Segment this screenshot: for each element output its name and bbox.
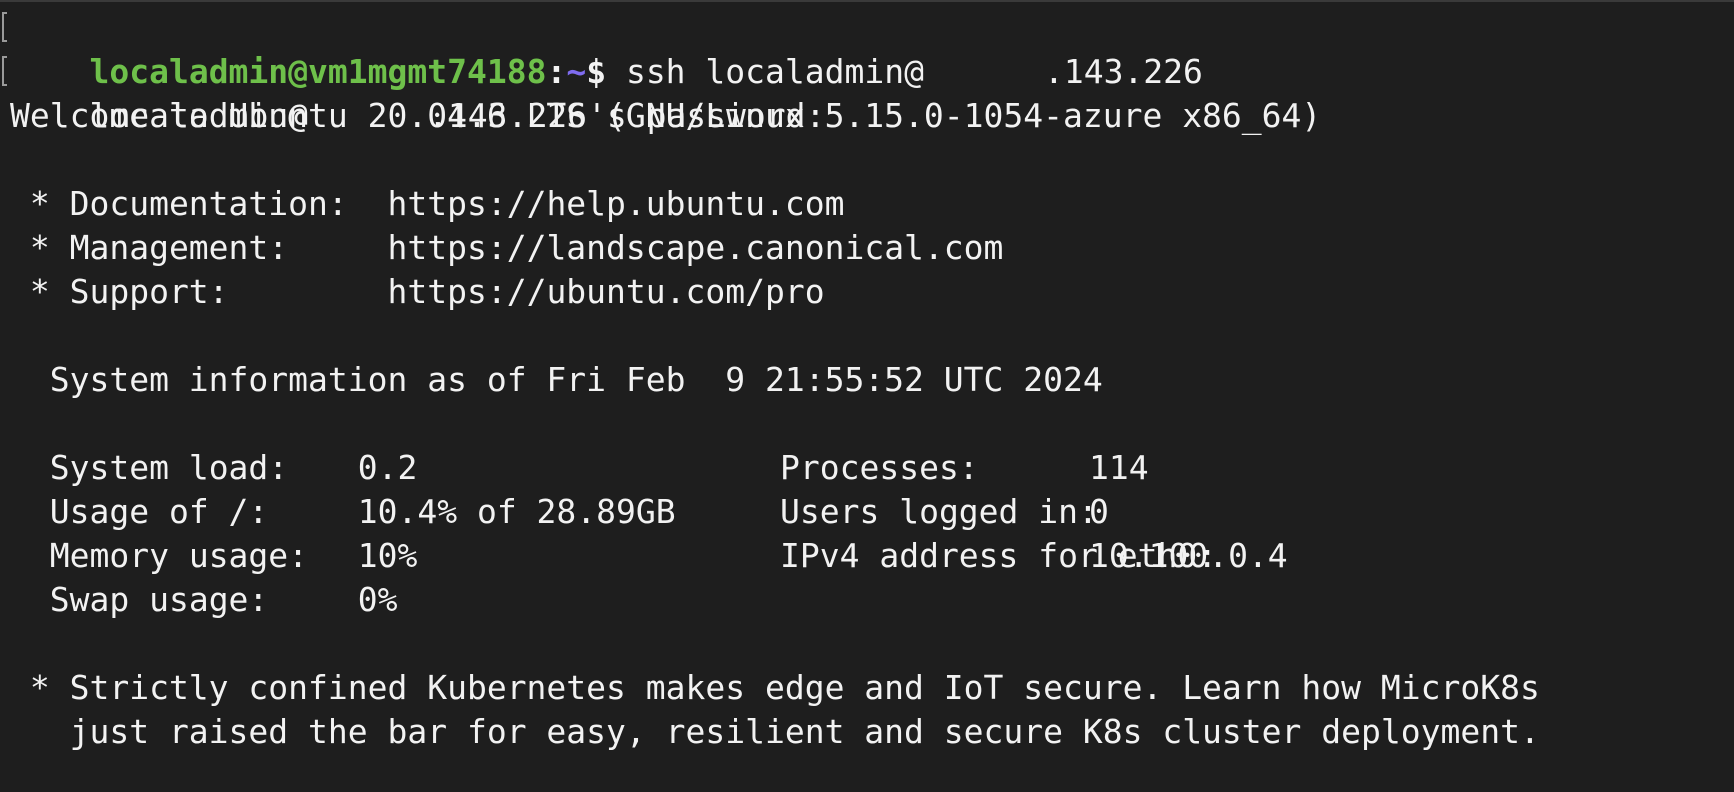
sysinfo-right-cell: Users logged in:0 bbox=[780, 490, 1109, 534]
sysinfo-row: System load: 0.2 Processes: 114 bbox=[0, 446, 1734, 490]
sysinfo-row: Usage of /: 10.4% of 28.89GB Users logged … bbox=[0, 490, 1734, 534]
link-url[interactable]: https://help.ubuntu.com bbox=[388, 184, 845, 223]
sysinfo-label: Processes: bbox=[780, 448, 979, 487]
sysinfo-label: Memory usage: bbox=[49, 536, 309, 575]
link-line-management: * Management: https://landscape.canonica… bbox=[0, 226, 1734, 270]
link-line-documentation: * Documentation: https://help.ubuntu.com bbox=[0, 182, 1734, 226]
sysinfo-header: System information as of Fri Feb 9 21:55… bbox=[10, 360, 1103, 399]
sysinfo-value: 0 bbox=[1089, 492, 1109, 531]
link-line-support: * Support: https://ubuntu.com/pro bbox=[0, 270, 1734, 314]
sysinfo-label: System load: bbox=[49, 448, 289, 487]
mark-bracket bbox=[2, 12, 7, 42]
sysinfo-value: 10% bbox=[357, 536, 418, 575]
sysinfo-right-cell: IPv4 address for eth0:10.100.0.4 bbox=[780, 534, 1288, 578]
sysinfo-row: Swap usage: 0% bbox=[0, 578, 1734, 622]
link-label: * Management: bbox=[10, 228, 388, 267]
sysinfo-value: 10.4% of 28.89GB bbox=[357, 492, 676, 531]
link-url[interactable]: https://landscape.canonical.com bbox=[388, 228, 1004, 267]
sysinfo-label: Users logged in: bbox=[780, 492, 1098, 531]
sysinfo-value: 0% bbox=[357, 580, 398, 619]
link-label: * Support: bbox=[10, 272, 388, 311]
sysinfo-label: Usage of /: bbox=[49, 492, 269, 531]
password-line: localadmin@ .143.226's password: bbox=[0, 50, 1734, 135]
prompt-line: localadmin@vm1mgmt74188:~$ ssh localadmi… bbox=[0, 6, 1734, 91]
terminal-window[interactable]: localadmin@vm1mgmt74188:~$ ssh localadmi… bbox=[0, 0, 1734, 792]
link-url[interactable]: https://ubuntu.com/pro bbox=[388, 272, 825, 311]
sysinfo-row: Memory usage: 10% IPv4 address for eth0:10… bbox=[0, 534, 1734, 578]
sysinfo-value: 0.2 bbox=[357, 448, 418, 487]
mark-bracket bbox=[2, 56, 7, 86]
sysinfo-value: 10.100.0.4 bbox=[1089, 536, 1288, 575]
notice-line: just raised the bar for easy, resilient … bbox=[10, 712, 1540, 751]
welcome-line: Welcome to Ubuntu 20.04.6 LTS (GNU/Linux… bbox=[10, 96, 1322, 135]
sysinfo-label: IPv4 address for eth0: bbox=[780, 536, 1218, 575]
sysinfo-value: 114 bbox=[1089, 448, 1149, 487]
sysinfo-right-cell: Processes: 114 bbox=[780, 446, 1149, 490]
notice-line: * Strictly confined Kubernetes makes edg… bbox=[10, 668, 1540, 707]
sysinfo-label: Swap usage: bbox=[49, 580, 269, 619]
link-label: * Documentation: bbox=[10, 184, 388, 223]
